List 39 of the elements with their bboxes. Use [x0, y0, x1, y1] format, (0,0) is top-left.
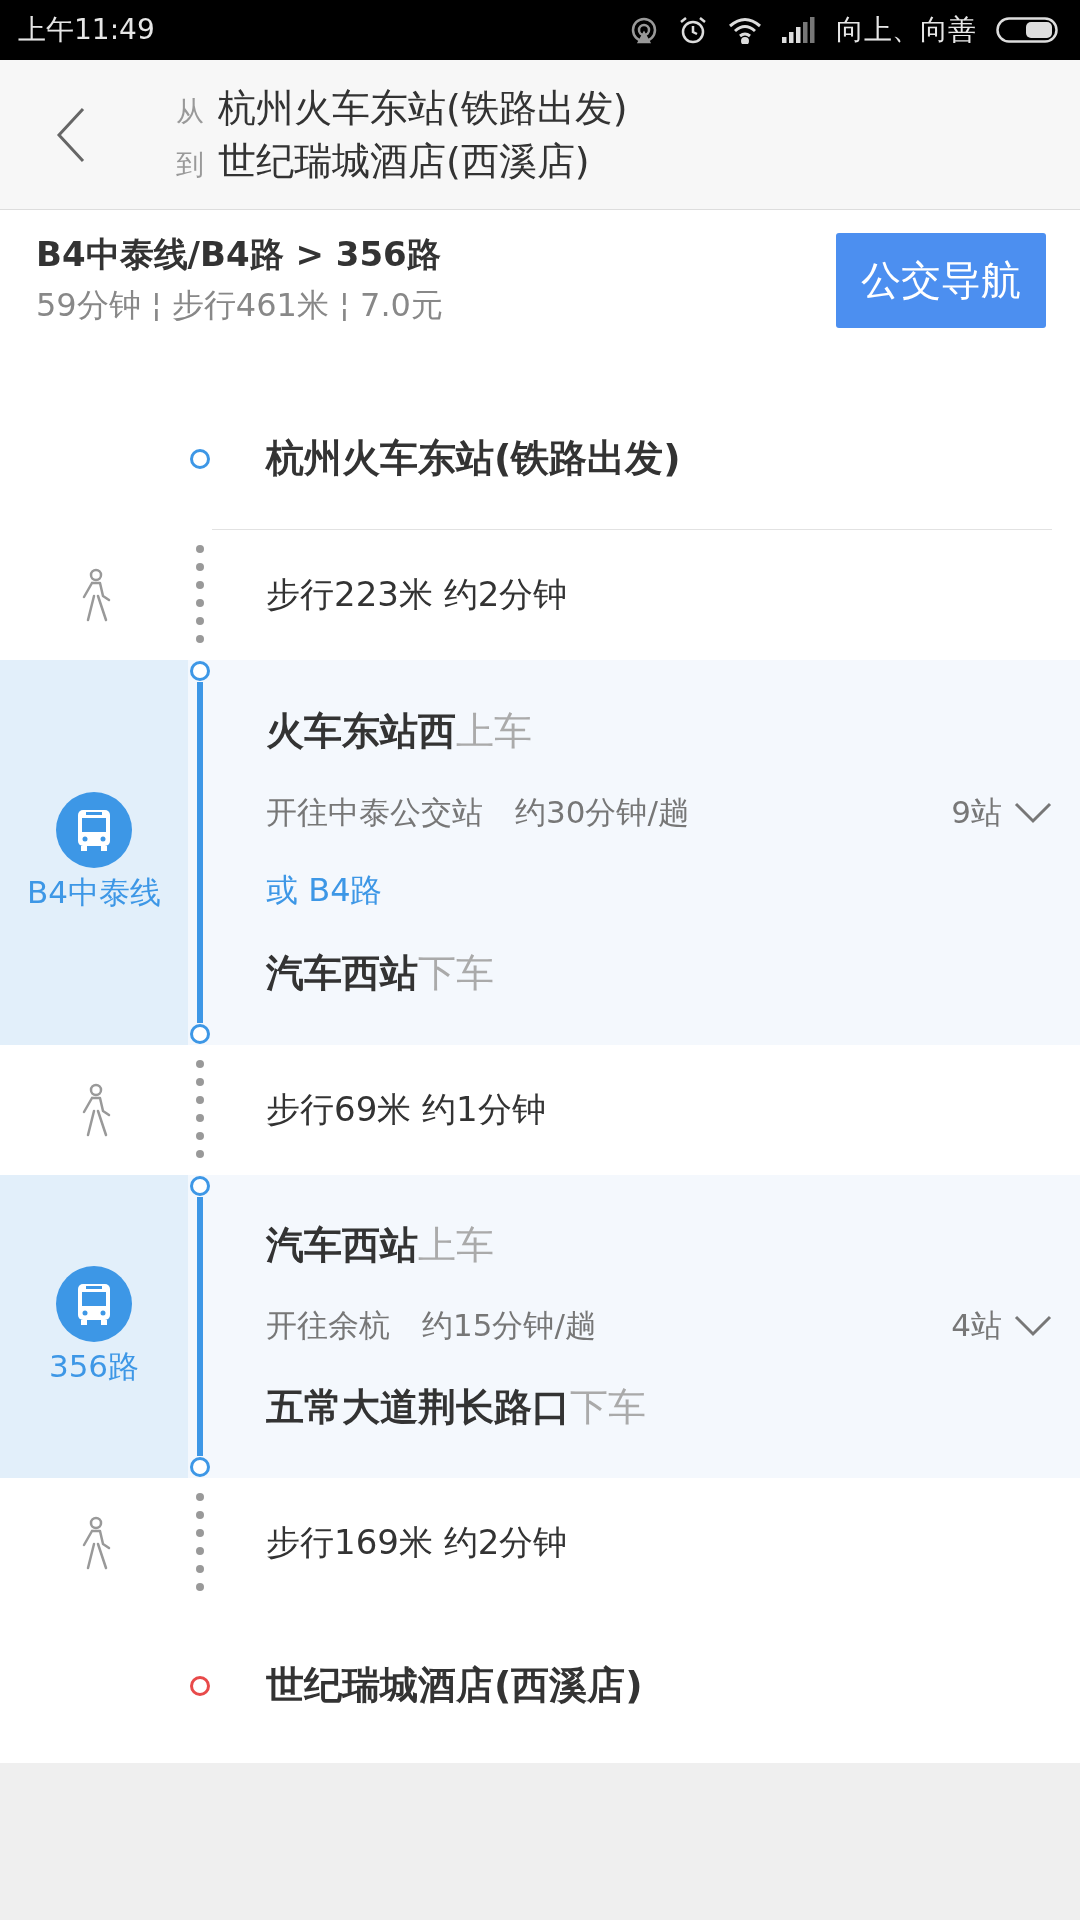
alarm-icon — [678, 15, 708, 45]
bus-icon — [56, 1265, 132, 1342]
bus-line-label: B4中泰线 — [27, 872, 161, 912]
alternative-route-link[interactable]: 或 B4路 — [266, 869, 1052, 914]
bus-navigation-button[interactable]: 公交导航 — [836, 232, 1046, 328]
alighting-stop: 汽车西站下车 — [266, 950, 495, 998]
bus-frequency: 约15分钟/趟 — [422, 1306, 596, 1346]
walk-instruction: 步行169米 约2分钟 — [266, 1521, 569, 1564]
chevron-down-icon[interactable] — [1014, 1315, 1052, 1338]
alighting-stop: 五常大道荆长路口下车 — [266, 1383, 647, 1431]
origin-stop-name: 杭州火车东站(铁路出发) — [266, 435, 682, 482]
route-details: 59分钟 ¦ 步行461米 ¦ 7.0元 — [36, 285, 444, 326]
back-icon[interactable] — [56, 106, 86, 163]
boarding-stop: 火车东站西上车 — [266, 707, 533, 755]
route-summary: B4中泰线/B4路 > 356路 — [36, 233, 442, 276]
chevron-down-icon[interactable] — [1014, 801, 1052, 824]
hotspot-icon — [630, 16, 658, 44]
from-label: 从 — [176, 93, 204, 130]
walk-instruction: 步行223米 约2分钟 — [266, 573, 569, 616]
stop-count: 9站 — [951, 792, 1002, 832]
bus-frequency: 约30分钟/趟 — [515, 792, 689, 832]
walk-instruction: 步行69米 约1分钟 — [266, 1088, 547, 1131]
bus-direction: 开往中泰公交站 — [266, 792, 483, 832]
destination-title: 世纪瑞城酒店(西溪店) — [218, 137, 590, 185]
bus-line-label: 356路 — [48, 1346, 140, 1386]
status-time: 上午11:49 — [18, 12, 155, 48]
status-carrier: 向上、向善 — [836, 12, 976, 48]
wifi-icon — [728, 16, 762, 44]
to-label: 到 — [176, 146, 204, 183]
signal-icon — [782, 17, 816, 43]
bus-direction: 开往余杭 — [266, 1306, 390, 1346]
bus-icon — [56, 791, 132, 868]
boarding-stop: 汽车西站上车 — [266, 1222, 495, 1270]
origin-title: 杭州火车东站(铁路出发) — [218, 84, 628, 132]
stop-node-icon — [189, 1674, 211, 1697]
destination-stop-name: 世纪瑞城酒店(西溪店) — [266, 1662, 644, 1709]
battery-icon — [996, 17, 1058, 43]
stop-count: 4站 — [951, 1306, 1002, 1346]
stop-node-icon — [189, 448, 211, 470]
